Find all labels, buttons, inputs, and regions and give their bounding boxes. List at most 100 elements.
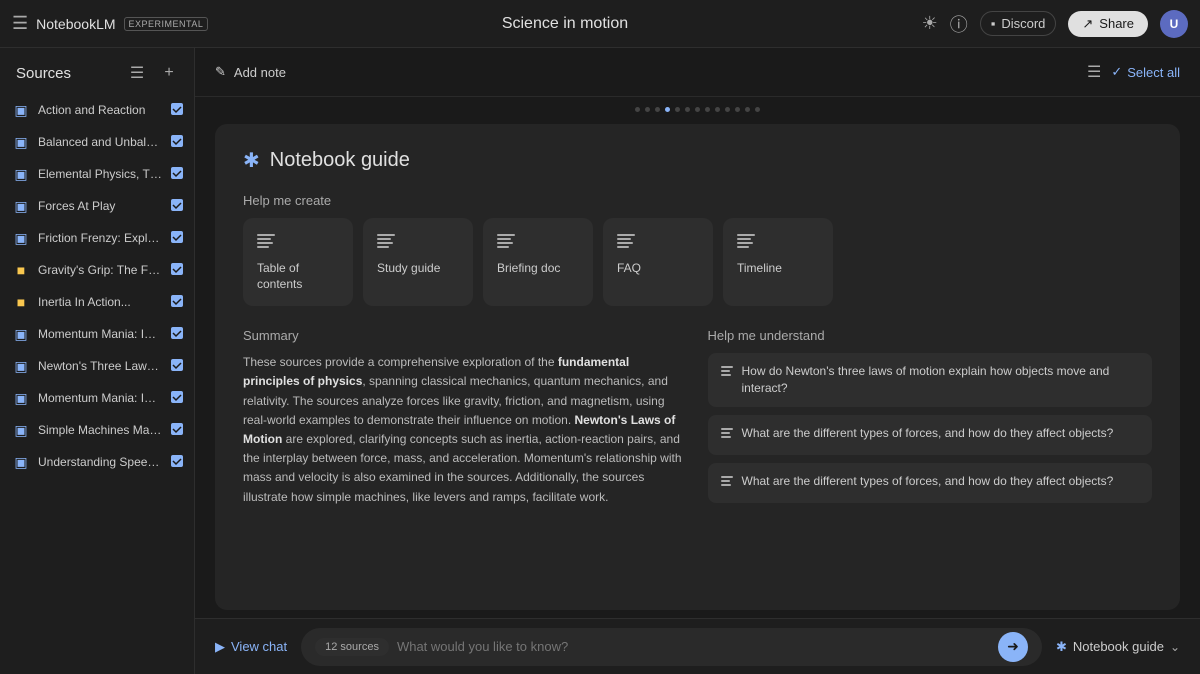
share-label: Share bbox=[1099, 16, 1134, 31]
create-option-label: Table of contents bbox=[257, 261, 339, 292]
source-check-icon[interactable] bbox=[170, 358, 184, 375]
source-label: Forces At Play bbox=[38, 199, 162, 213]
view-chat-button[interactable]: ▶ View chat bbox=[215, 639, 287, 655]
settings-icon[interactable]: ☀ bbox=[922, 13, 938, 34]
discord-button[interactable]: ▪ Discord bbox=[980, 11, 1057, 36]
create-option-study[interactable]: Study guide bbox=[363, 218, 473, 306]
hamburger-icon[interactable]: ☰ bbox=[12, 13, 28, 34]
source-doc-icon: ■ bbox=[12, 293, 30, 311]
source-yellow-icon: ■ bbox=[17, 262, 25, 278]
header: ☰ NotebookLM EXPERIMENTAL Science in mot… bbox=[0, 0, 1200, 48]
source-item[interactable]: ▣Newton's Three Laws... bbox=[0, 350, 194, 382]
source-label: Gravity's Grip: The Force... bbox=[38, 263, 162, 277]
source-item[interactable]: ▣Balanced and Unbalance... bbox=[0, 126, 194, 158]
source-item[interactable]: ■ Inertia In Action... bbox=[0, 286, 194, 318]
avatar[interactable]: U bbox=[1160, 10, 1188, 38]
dot-5 bbox=[675, 107, 680, 112]
pagination-dots bbox=[195, 97, 1200, 116]
source-item[interactable]: ▣Friction Frenzy: Explorin... bbox=[0, 222, 194, 254]
source-check-icon[interactable] bbox=[170, 134, 184, 151]
source-item[interactable]: ▣ Elemental Physics, Third... bbox=[0, 158, 194, 190]
source-file-icon: ▣ bbox=[14, 422, 27, 439]
sources-count: 12 sources bbox=[315, 638, 389, 656]
understand-item[interactable]: How do Newton's three laws of motion exp… bbox=[708, 353, 1153, 407]
guide-card: ✱ Notebook guide Help me create Table of… bbox=[215, 124, 1180, 610]
source-check-icon[interactable] bbox=[170, 422, 184, 439]
select-all-button[interactable]: ✓ Select all bbox=[1111, 64, 1180, 80]
sidebar-header: Sources ☰ + bbox=[0, 48, 194, 94]
source-doc-icon: ▣ bbox=[12, 325, 30, 343]
source-check-icon[interactable] bbox=[170, 262, 184, 279]
source-item[interactable]: ▣Momentum Mania: Inves... bbox=[0, 382, 194, 414]
create-option-faq[interactable]: FAQ bbox=[603, 218, 713, 306]
source-doc-icon: ▣ bbox=[12, 133, 30, 151]
source-check-icon[interactable] bbox=[170, 454, 184, 471]
source-item[interactable]: ▣Action and Reaction bbox=[0, 94, 194, 126]
create-option-label: FAQ bbox=[617, 261, 699, 277]
source-doc-icon: ▣ bbox=[12, 229, 30, 247]
dot-2 bbox=[645, 107, 650, 112]
summary-text: These sources provide a comprehensive ex… bbox=[243, 353, 688, 507]
summary-label: Summary bbox=[243, 328, 688, 343]
source-check-icon[interactable] bbox=[170, 326, 184, 343]
understand-item-text: What are the different types of forces, … bbox=[742, 425, 1114, 442]
understand-column: Help me understand How do Newton's three… bbox=[708, 328, 1153, 511]
filter-topbar-icon[interactable]: ☰ bbox=[1087, 62, 1101, 82]
source-item[interactable]: ▣Momentum Mania: Inves... bbox=[0, 318, 194, 350]
create-options: Table of contents Study guide bbox=[243, 218, 1152, 306]
source-item[interactable]: ■ Gravity's Grip: The Force... bbox=[0, 254, 194, 286]
source-item[interactable]: ▣ Forces At Play bbox=[0, 190, 194, 222]
source-doc-icon: ■ bbox=[12, 261, 30, 279]
header-right: ☀ ⓘ ▪ Discord ↗ Share U bbox=[922, 10, 1188, 38]
source-label: Elemental Physics, Third... bbox=[38, 167, 162, 181]
topbar-right: ☰ ✓ Select all bbox=[1087, 62, 1180, 82]
add-source-icon[interactable]: + bbox=[156, 60, 182, 86]
create-option-label: Study guide bbox=[377, 261, 459, 277]
sidebar: Sources ☰ + ▣Action and Reaction▣Balance… bbox=[0, 48, 195, 674]
bottom-bar: ▶ View chat 12 sources ➜ ✱ Notebook guid… bbox=[195, 618, 1200, 674]
help-create-label: Help me create bbox=[243, 193, 1152, 208]
notebook-guide-button[interactable]: ✱ Notebook guide ⌄ bbox=[1056, 639, 1180, 655]
source-file-icon: ▣ bbox=[14, 198, 27, 215]
dot-1 bbox=[635, 107, 640, 112]
sidebar-actions: ☰ + bbox=[124, 60, 182, 86]
notebook-guide-asterisk: ✱ bbox=[1056, 639, 1067, 655]
understand-item[interactable]: What are the different types of forces, … bbox=[708, 415, 1153, 455]
create-option-brief[interactable]: Briefing doc bbox=[483, 218, 593, 306]
create-option-timeline[interactable]: Timeline bbox=[723, 218, 833, 306]
send-button[interactable]: ➜ bbox=[998, 632, 1028, 662]
notebook-title: Science in motion bbox=[502, 15, 628, 33]
guide-title: Notebook guide bbox=[270, 149, 410, 172]
source-item[interactable]: ▣Simple Machines Make... bbox=[0, 414, 194, 446]
source-check-icon[interactable] bbox=[170, 390, 184, 407]
understand-label: Help me understand bbox=[708, 328, 1153, 343]
help-icon[interactable]: ⓘ bbox=[950, 11, 968, 37]
source-list: ▣Action and Reaction▣Balanced and Unbala… bbox=[0, 94, 194, 478]
source-check-icon[interactable] bbox=[170, 198, 184, 215]
source-doc-icon: ▣ bbox=[12, 165, 30, 183]
filter-icon[interactable]: ☰ bbox=[124, 60, 150, 86]
discord-label: Discord bbox=[1001, 16, 1045, 31]
create-option-toc[interactable]: Table of contents bbox=[243, 218, 353, 306]
source-file-icon: ▣ bbox=[14, 454, 27, 471]
source-item[interactable]: ▣Understanding Speed, Ve... bbox=[0, 446, 194, 478]
add-note-button[interactable]: ✎ Add note bbox=[215, 64, 286, 80]
share-button[interactable]: ↗ Share bbox=[1068, 11, 1148, 37]
dot-3 bbox=[655, 107, 660, 112]
chat-input[interactable] bbox=[397, 639, 990, 654]
source-check-icon[interactable] bbox=[170, 230, 184, 247]
dot-12 bbox=[745, 107, 750, 112]
source-doc-icon: ▣ bbox=[12, 389, 30, 407]
understand-item[interactable]: What are the different types of forces, … bbox=[708, 463, 1153, 503]
source-label: Inertia In Action... bbox=[38, 295, 162, 309]
source-check-icon[interactable] bbox=[170, 102, 184, 119]
chat-icon: ▶ bbox=[215, 639, 225, 655]
source-check-icon[interactable] bbox=[170, 294, 184, 311]
guide-header: ✱ Notebook guide bbox=[243, 148, 1152, 173]
source-label: Newton's Three Laws... bbox=[38, 359, 162, 373]
source-doc-icon: ▣ bbox=[12, 101, 30, 119]
source-check-icon[interactable] bbox=[170, 166, 184, 183]
discord-icon: ▪ bbox=[991, 16, 996, 31]
source-doc-icon: ▣ bbox=[12, 421, 30, 439]
dot-4 bbox=[665, 107, 670, 112]
